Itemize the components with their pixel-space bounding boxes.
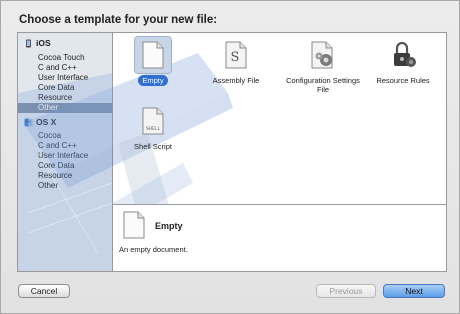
- mac-finder-icon: [24, 118, 33, 127]
- template-label: Shell Script: [134, 142, 172, 151]
- cancel-button[interactable]: Cancel: [18, 284, 70, 298]
- template-assembly-file[interactable]: S Assembly File: [196, 37, 276, 85]
- sidebar-item-user-interface[interactable]: User Interface: [18, 151, 112, 161]
- sidebar-item-other[interactable]: Other: [18, 181, 112, 191]
- description-document-icon: [123, 211, 145, 244]
- description-text: An empty document.: [119, 245, 188, 254]
- sidebar-item-c-and-cpp[interactable]: C and C++: [18, 141, 112, 151]
- shell-badge: SHELL: [146, 126, 161, 132]
- sidebar-item-cocoa[interactable]: Cocoa: [18, 131, 112, 141]
- assembly-file-icon: S: [218, 37, 254, 73]
- sidebar-item-other[interactable]: Other: [18, 103, 112, 113]
- previous-button[interactable]: Previous: [316, 284, 376, 298]
- template-grid: Empty S Assembly File Configuration Sett…: [113, 33, 446, 203]
- sidebar-item-cocoa-touch[interactable]: Cocoa Touch: [18, 53, 112, 63]
- sidebar-section-ios[interactable]: iOS: [24, 36, 51, 50]
- template-description-pane: Empty An empty document.: [113, 204, 446, 271]
- sidebar-section-label: iOS: [36, 38, 51, 48]
- svg-text:S: S: [231, 50, 240, 65]
- dialog-title: Choose a template for your new file:: [19, 14, 218, 26]
- sidebar-item-user-interface[interactable]: User Interface: [18, 73, 112, 83]
- template-configuration-settings-file[interactable]: Configuration Settings File: [283, 37, 363, 94]
- sidebar-item-resource[interactable]: Resource: [18, 93, 112, 103]
- template-label: Empty: [138, 75, 168, 86]
- next-button[interactable]: Next: [383, 284, 445, 298]
- resource-rules-icon: [385, 37, 421, 73]
- template-label: Resource Rules: [376, 76, 430, 85]
- shell-script-icon: SHELL: [135, 103, 171, 139]
- template-label: Configuration Settings File: [286, 76, 360, 94]
- template-resource-rules[interactable]: Resource Rules: [363, 37, 443, 85]
- template-shell-script[interactable]: SHELL Shell Script: [113, 103, 193, 151]
- new-file-dialog: Choose a template for your new file: iOS…: [0, 0, 460, 314]
- template-panel: iOS Cocoa Touch C and C++ User Interface…: [17, 32, 447, 272]
- sidebar-item-core-data[interactable]: Core Data: [18, 83, 112, 93]
- empty-document-icon: [134, 36, 172, 74]
- description-title: Empty: [155, 221, 183, 231]
- sidebar-section-osx[interactable]: OS X: [24, 115, 56, 129]
- sidebar-section-label: OS X: [36, 117, 57, 127]
- sidebar-item-core-data[interactable]: Core Data: [18, 161, 112, 171]
- template-empty[interactable]: Empty: [113, 36, 193, 86]
- ios-device-icon: [24, 39, 33, 48]
- platform-sidebar: iOS Cocoa Touch C and C++ User Interface…: [18, 33, 113, 271]
- configuration-settings-icon: [305, 37, 341, 73]
- template-label: Assembly File: [212, 76, 260, 85]
- sidebar-item-resource[interactable]: Resource: [18, 171, 112, 181]
- sidebar-item-c-and-cpp[interactable]: C and C++: [18, 63, 112, 73]
